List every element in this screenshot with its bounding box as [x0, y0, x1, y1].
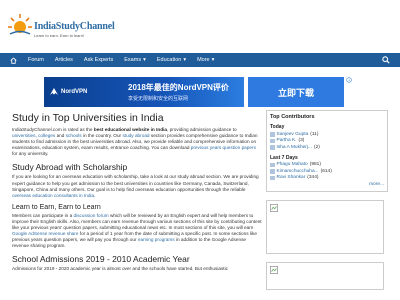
- sidebar: Top Contributors Today Sanjeev Gupta (11)…: [266, 110, 388, 290]
- contributor-score: (2): [313, 144, 320, 150]
- intro-text: and: [55, 133, 66, 139]
- avatar: [270, 132, 275, 137]
- contributor-name: Ravi Shankar: [276, 175, 306, 181]
- main-content: Study in Top Universities in India India…: [12, 112, 262, 273]
- sidebar-image-2[interactable]: [266, 261, 384, 290]
- intro-paragraph: IndiaStudyChannel.com is rated as the be…: [12, 127, 262, 157]
- contributor-score: (3): [298, 138, 305, 144]
- site-header: IndiaStudyChannel Learn to earn. Earn to…: [0, 0, 400, 53]
- nav-ask-experts[interactable]: Ask Experts: [84, 57, 113, 63]
- study-abroad-heading: Study Abroad with Scholarship: [12, 162, 128, 173]
- intro-text: for any university.: [12, 151, 49, 157]
- contributor-score: (344): [307, 175, 319, 181]
- nav-education[interactable]: Education ▾: [157, 57, 186, 63]
- contributor-score: (614): [320, 168, 332, 174]
- account-links: Login Register: [313, 4, 390, 11]
- study-abroad-link[interactable]: study abroad: [122, 133, 149, 138]
- contributor-score: (11): [310, 131, 319, 137]
- learn-earn-paragraph: Members can participate in a discussion …: [12, 213, 262, 250]
- intro-bold: best educational website in India: [93, 127, 168, 132]
- today-list: Sanjeev Gupta (11) Partha K. (3) Isha A Mu…: [270, 131, 384, 151]
- learn-earn-heading: Learn to Earn, Earn to Learn: [12, 203, 101, 211]
- contributor-name: Sanjeev Gupta: [276, 131, 309, 137]
- broken-image-icon: [270, 265, 278, 274]
- broken-image-icon: [270, 203, 278, 212]
- schools-link[interactable]: schools: [66, 133, 82, 138]
- login-link[interactable]: Login: [324, 5, 337, 11]
- intro-text: IndiaStudyChannel.com is rated as the: [12, 127, 94, 132]
- more-link[interactable]: more...: [270, 181, 384, 188]
- contributor-name: Partha K.: [276, 138, 297, 144]
- study-abroad-text: .: [94, 192, 96, 198]
- nav-education-label: Education: [156, 57, 182, 63]
- universities-link[interactable]: universities: [12, 133, 35, 138]
- avatar: [270, 138, 275, 143]
- nav-more-label: More: [197, 57, 210, 63]
- logo-name: IndiaStudyChannel: [34, 21, 115, 32]
- contributor-name: Phagu Mahato: [276, 162, 308, 168]
- top-contributors-box: Top Contributors Today Sanjeev Gupta (11)…: [266, 110, 388, 192]
- avatar: [270, 169, 275, 174]
- login-icon: [313, 4, 320, 11]
- chevron-down-icon: ▾: [183, 57, 187, 63]
- chevron-down-icon: ▾: [143, 57, 146, 63]
- study-abroad-paragraph: If you are looking for an overseas educa…: [12, 174, 262, 198]
- last7-list: Phagu Mahato (981) Kimamchucchuha... (614)…: [270, 162, 384, 182]
- register-link[interactable]: Register: [356, 5, 376, 11]
- ad-info-icon[interactable]: [346, 77, 352, 83]
- contributor-name: Isha A Mukherj...: [276, 144, 312, 150]
- nav-exams[interactable]: Exams ▾: [124, 57, 146, 63]
- contributor-name: Kimamchucchuha...: [276, 168, 319, 174]
- colleges-link[interactable]: colleges: [38, 133, 55, 138]
- search-icon[interactable]: [382, 56, 390, 64]
- avatar: [270, 162, 275, 167]
- last7-label: Last 7 Days: [270, 154, 298, 161]
- contributor-score: (981): [309, 162, 321, 168]
- ad-cta-button[interactable]: 立即下载: [248, 77, 344, 107]
- earning-programs-link[interactable]: earning programs: [138, 237, 175, 242]
- nav-articles[interactable]: Articles: [55, 57, 73, 63]
- school-admissions-paragraph: Admissions for 2019 - 2020 academic year…: [12, 266, 228, 272]
- nav-more[interactable]: More ▾: [197, 57, 214, 63]
- chevron-down-icon: ▾: [211, 57, 215, 63]
- main-nav: Forum Articles Ask Experts Exams ▾ Educat…: [0, 53, 400, 67]
- page-title: Study in Top Universities in India: [12, 112, 164, 124]
- nav-ask-experts-label: Ask Experts: [83, 57, 114, 63]
- study-abroad-text: If you are looking for an overseas educa…: [12, 174, 259, 192]
- ad-brand: NordVPN: [61, 89, 88, 95]
- adsense-share-link[interactable]: Google AdSense revenue share: [12, 231, 78, 236]
- nav-exams-label: Exams: [124, 57, 142, 63]
- discussion-forum-link[interactable]: discussion forum: [74, 213, 109, 218]
- top-contributors-title: Top Contributors: [270, 114, 315, 120]
- avatar: [270, 145, 275, 150]
- list-item[interactable]: Isha A Mukherj... (2): [270, 144, 384, 151]
- sidebar-image-1[interactable]: [266, 199, 384, 254]
- learn-earn-text: Members can participate in a: [12, 212, 74, 218]
- intro-text: in the country. Our: [81, 133, 123, 139]
- logo-sun-icon: [8, 14, 32, 35]
- nav-forum-label: Forum: [28, 57, 44, 63]
- intro-text: , providing admission guidance to: [167, 127, 237, 132]
- nav-forum[interactable]: Forum: [28, 57, 44, 63]
- overseas-consultants-link[interactable]: overseas education consultants in India: [12, 193, 94, 198]
- ad-banner[interactable]: NordVPN 2018年最佳的NordVPN评价 享受无限制和安全的互联网: [44, 77, 244, 107]
- question-papers-link[interactable]: previous years question papers: [191, 145, 256, 150]
- school-admissions-heading: School Admissions 2019 - 2010 Academic Y…: [12, 254, 190, 265]
- nordvpn-logo-icon: [50, 88, 58, 95]
- ad-banner-area: NordVPN 2018年最佳的NordVPN评价 享受无限制和安全的互联网 立…: [14, 70, 386, 110]
- ad-headline: 2018年最佳的NordVPN评价: [128, 83, 229, 92]
- ad-subline: 享受无限制和安全的互联网: [128, 96, 189, 102]
- nav-home[interactable]: [10, 56, 17, 64]
- logo-tagline: Learn to earn. Earn to learn!: [34, 33, 85, 38]
- nav-articles-label: Articles: [54, 57, 73, 63]
- today-label: Today: [270, 124, 285, 130]
- site-logo[interactable]: IndiaStudyChannel Learn to earn. Earn to…: [7, 12, 115, 38]
- avatar: [270, 175, 275, 180]
- home-icon: [10, 56, 17, 64]
